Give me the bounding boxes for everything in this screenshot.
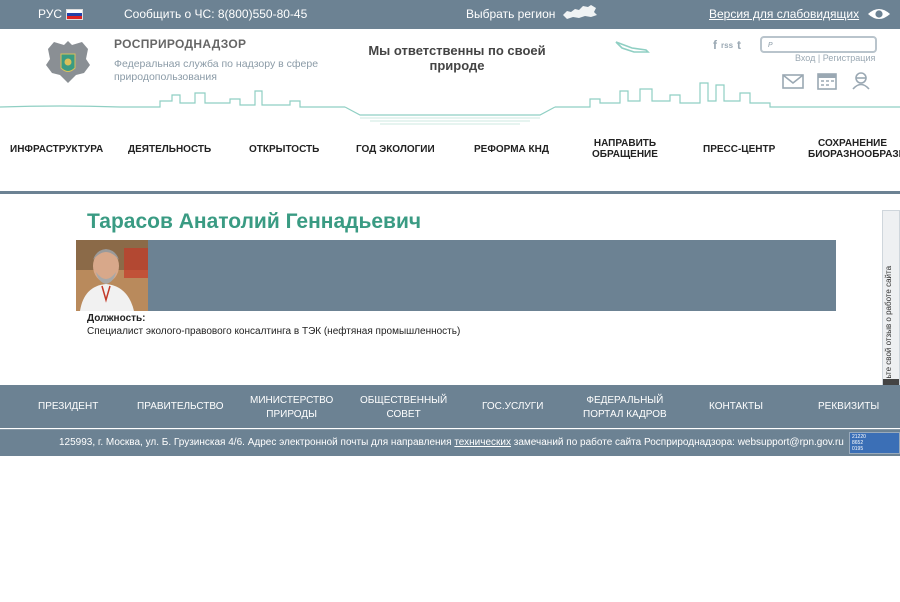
login-link[interactable]: Вход bbox=[795, 53, 815, 63]
hotline-text: Сообщить о ЧС: 8(800)550-80-45 bbox=[124, 7, 308, 21]
site-header: РОСПРИРОДНАДЗОР Федеральная служба по на… bbox=[0, 29, 900, 125]
counter-line-3: 0195 bbox=[852, 446, 864, 452]
nav-item-send-appeal-line2: ОБРАЩЕНИЕ bbox=[592, 149, 658, 160]
nav-item-send-appeal-line1: НАПРАВИТЬ bbox=[593, 138, 657, 149]
footer-link-gov-services[interactable]: ГОС.УСЛУГИ bbox=[482, 400, 543, 414]
footer-link-personnel-portal[interactable]: ФЕДЕРАЛЬНЫЙ ПОРТАЛ КАДРОВ bbox=[583, 394, 667, 422]
slogan: Мы ответственны по своей природе bbox=[368, 43, 546, 73]
top-bar: РУС Сообщить о ЧС: 8(800)550-80-45 Выбра… bbox=[0, 0, 900, 29]
footer-link-personnel-portal-line1: ФЕДЕРАЛЬНЫЙ bbox=[586, 395, 664, 406]
person-photo bbox=[76, 240, 148, 311]
footer-link-government[interactable]: ПРАВИТЕЛЬСТВО bbox=[137, 400, 224, 414]
footer-bottom: 125993, г. Москва, ул. Б. Грузинская 4/6… bbox=[0, 429, 900, 456]
plane-icon bbox=[615, 41, 650, 53]
region-selector[interactable]: Выбрать регион bbox=[466, 5, 599, 21]
position-value: Специалист эколого-правового консалтинга… bbox=[87, 326, 461, 337]
address-text-2: замечаний по работе сайта Росприроднадзо… bbox=[513, 437, 844, 448]
footer-navigation: ПРЕЗИДЕНТ ПРАВИТЕЛЬСТВО МИНИСТЕРСТВО ПРИ… bbox=[0, 385, 900, 428]
nav-item-activity[interactable]: ДЕЯТЕЛЬНОСТЬ bbox=[128, 144, 211, 155]
footer-link-ministry-line2: ПРИРОДЫ bbox=[266, 409, 317, 420]
auth-links: Вход | Регистрация bbox=[795, 53, 875, 63]
feedback-text: Оставьте свой отзыв о работе сайта bbox=[884, 265, 893, 401]
auth-separator: | bbox=[817, 53, 821, 63]
footer-link-public-council[interactable]: ОБЩЕСТВЕННЫЙ СОВЕТ bbox=[360, 394, 447, 422]
nav-item-knd-reform[interactable]: РЕФОРМА КНД bbox=[474, 144, 549, 155]
footer-link-president[interactable]: ПРЕЗИДЕНТ bbox=[38, 400, 98, 414]
coat-of-arms-logo[interactable] bbox=[42, 37, 94, 87]
language-label: РУС bbox=[38, 7, 63, 21]
footer-address: 125993, г. Москва, ул. Б. Грузинская 4/6… bbox=[59, 437, 844, 448]
footer-link-contacts[interactable]: КОНТАКТЫ bbox=[709, 400, 763, 414]
visit-counter-badge[interactable]: 21220 8652 0195 bbox=[849, 432, 900, 454]
russia-flag-icon bbox=[66, 8, 84, 20]
rss-icon[interactable]: rss bbox=[721, 41, 733, 52]
feedback-tab[interactable]: Оставьте свой отзыв о работе сайта 026 bbox=[882, 210, 900, 410]
profile-band bbox=[76, 240, 836, 311]
low-vision-label: Версия для слабовидящих bbox=[709, 7, 860, 21]
low-vision-link[interactable]: Версия для слабовидящих bbox=[709, 7, 891, 21]
footer-link-public-council-line1: ОБЩЕСТВЕННЫЙ bbox=[360, 395, 448, 406]
nav-item-openness[interactable]: ОТКРЫТОСТЬ bbox=[249, 144, 319, 155]
footer-link-personnel-portal-line2: ПОРТАЛ КАДРОВ bbox=[583, 409, 667, 420]
nav-item-infrastructure[interactable]: ИНФРАСТРУКТУРА bbox=[10, 144, 103, 155]
facebook-icon[interactable]: f bbox=[713, 38, 717, 52]
russia-map-icon bbox=[563, 5, 598, 19]
page-title: Тарасов Анатолий Геннадьевич bbox=[87, 210, 422, 233]
footer-link-ministry-line1: МИНИСТЕРСТВО bbox=[250, 395, 334, 406]
footer-link-public-council-line2: СОВЕТ bbox=[386, 409, 421, 420]
eye-icon bbox=[868, 9, 891, 19]
nav-item-biodiversity-line2: БИОРАЗНООБРАЗИЯ bbox=[808, 149, 900, 160]
nav-item-biodiversity[interactable]: СОХРАНЕНИЕ БИОРАЗНООБРАЗИЯ bbox=[808, 138, 900, 160]
technical-link[interactable]: технических bbox=[454, 437, 511, 448]
position-label: Должность: bbox=[87, 313, 146, 324]
search-icon: ᴘ bbox=[768, 39, 773, 49]
footer-link-requisites[interactable]: РЕКВИЗИТЫ bbox=[818, 400, 879, 414]
nav-item-ecology-year[interactable]: ГОД ЭКОЛОГИИ bbox=[356, 144, 435, 155]
nav-item-biodiversity-line1: СОХРАНЕНИЕ bbox=[818, 138, 888, 149]
register-link[interactable]: Регистрация bbox=[823, 53, 876, 63]
org-name[interactable]: РОСПРИРОДНАДЗОР bbox=[114, 37, 246, 51]
language-switcher[interactable]: РУС bbox=[38, 7, 84, 21]
address-text-1: 125993, г. Москва, ул. Б. Грузинская 4/6… bbox=[59, 437, 452, 448]
region-label: Выбрать регион bbox=[466, 7, 556, 21]
nav-item-send-appeal[interactable]: НАПРАВИТЬ ОБРАЩЕНИЕ bbox=[592, 138, 658, 160]
footer-link-ministry[interactable]: МИНИСТЕРСТВО ПРИРОДЫ bbox=[250, 394, 333, 422]
search-input[interactable]: ᴘ bbox=[760, 36, 877, 53]
twitter-icon[interactable]: t bbox=[737, 38, 741, 52]
nav-item-press-center[interactable]: ПРЕСС-ЦЕНТР bbox=[703, 144, 775, 155]
main-navigation: ИНФРАСТРУКТУРА ДЕЯТЕЛЬНОСТЬ ОТКРЫТОСТЬ Г… bbox=[0, 114, 900, 194]
social-links: f rss t bbox=[713, 38, 741, 52]
